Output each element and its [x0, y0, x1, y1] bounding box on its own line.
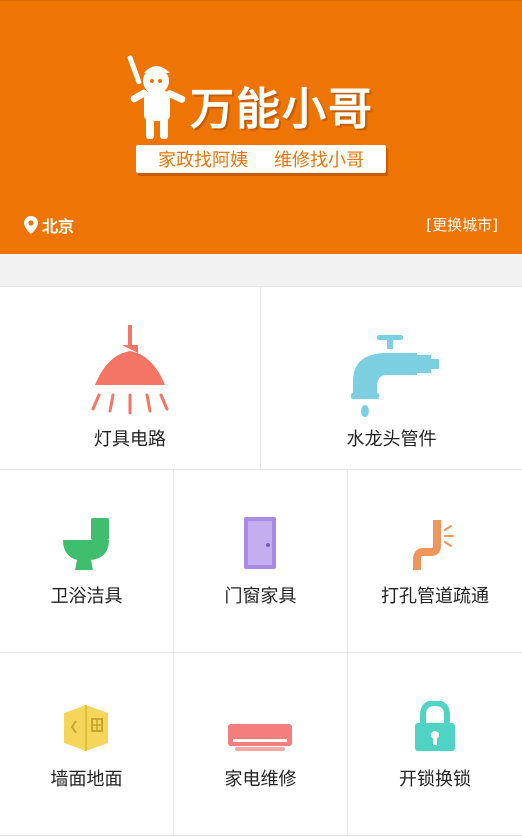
- service-door-window-furniture[interactable]: 门窗家具: [174, 470, 348, 652]
- service-label: 门窗家具: [224, 586, 297, 607]
- slogan-left: 家政找阿姨: [158, 150, 248, 171]
- slogan-right: 维修找小哥: [274, 150, 364, 171]
- service-lamp-circuit[interactable]: 灯具电路: [0, 287, 261, 469]
- city-name: 北京: [42, 217, 75, 236]
- service-wall-floor[interactable]: 墙面地面: [0, 653, 174, 835]
- slogan-banner: 家政找阿姨 维修找小哥: [136, 145, 386, 173]
- pipe-icon: [412, 520, 454, 570]
- service-row: 墙面地面 家电维修 开锁换锁: [0, 653, 522, 836]
- service-faucet-pipe[interactable]: 水龙头管件: [261, 287, 522, 469]
- lock-icon: [414, 701, 455, 751]
- toilet-icon: [63, 518, 110, 570]
- handyman-mascot-icon: [127, 55, 186, 139]
- service-bathroom-fixtures[interactable]: 卫浴洁具: [0, 470, 174, 652]
- service-drilling-pipe-unclog[interactable]: 打孔管道疏通: [348, 470, 522, 652]
- service-label: 墙面地面: [50, 769, 123, 790]
- service-label: 开锁换锁: [398, 769, 471, 790]
- app-header: 万能小哥 家政找阿姨 维修找小哥 北京 [更换城市]: [0, 0, 522, 254]
- service-row: 灯具电路 水龙头管件: [0, 287, 522, 470]
- service-label: 灯具电路: [94, 429, 166, 450]
- faucet-icon: [350, 335, 439, 417]
- wall-floor-icon: [64, 705, 109, 751]
- lamp-icon: [91, 325, 169, 415]
- service-label: 卫浴洁具: [50, 586, 123, 607]
- service-unlock-change-lock[interactable]: 开锁换锁: [348, 653, 522, 835]
- service-label: 打孔管道疏通: [380, 586, 489, 607]
- change-city-link[interactable]: [更换城市]: [426, 214, 498, 235]
- service-appliance-repair[interactable]: 家电维修: [174, 653, 348, 835]
- current-city: 北京: [24, 213, 74, 237]
- door-icon: [244, 517, 277, 569]
- air-conditioner-icon: [228, 724, 293, 751]
- brand-title: 万能小哥: [190, 84, 374, 135]
- location-pin-icon: [24, 216, 38, 234]
- service-label: 水龙头管件: [346, 429, 437, 450]
- service-row: 卫浴洁具 门窗家具 打孔管道疏通: [0, 470, 522, 653]
- service-label: 家电维修: [224, 769, 297, 790]
- section-divider: [0, 254, 522, 287]
